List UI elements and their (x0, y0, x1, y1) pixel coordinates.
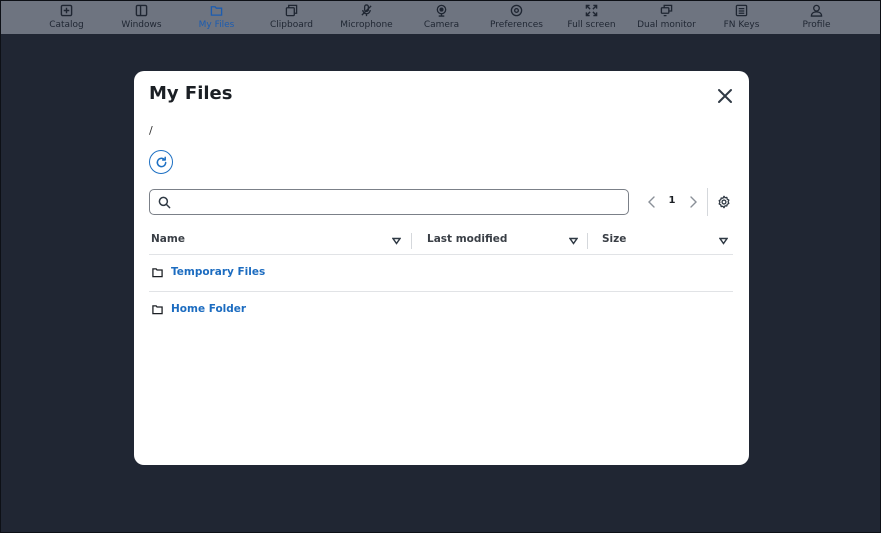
current-path: / (149, 124, 153, 137)
plus-square-icon (60, 4, 73, 17)
toolbar-profile-button[interactable]: Profile (779, 1, 854, 34)
folder-icon (210, 6, 223, 16)
dual-monitor-icon (660, 4, 673, 17)
toolbar-camera-button[interactable]: Camera (404, 1, 479, 34)
toolbar-catalog-button[interactable]: Catalog (29, 1, 104, 34)
toolbar-clipboard-label: Clipboard (270, 20, 313, 30)
toolbar-windows-button[interactable]: Windows (104, 1, 179, 34)
toolbar-my-files-label: My Files (198, 20, 235, 30)
refresh-button[interactable] (149, 150, 173, 174)
file-table-header: Name Last modified Size (149, 229, 733, 255)
toolbar-preferences-label: Preferences (490, 20, 543, 30)
column-header-size[interactable]: Size (602, 233, 626, 245)
toolbar-clipboard-button[interactable]: Clipboard (254, 1, 329, 34)
fullscreen-icon (585, 4, 598, 17)
window-icon (135, 4, 148, 17)
search-icon (158, 196, 171, 209)
close-icon[interactable] (716, 87, 734, 105)
toolbar-microphone-button[interactable]: Microphone (329, 1, 404, 34)
toolbar-preferences-button[interactable]: Preferences (479, 1, 554, 34)
toolbar-camera-label: Camera (423, 20, 460, 30)
column-header-last-modified[interactable]: Last modified (427, 233, 507, 245)
toolbar-fullscreen-label: Full screen (567, 20, 616, 30)
sort-size-icon[interactable] (719, 237, 728, 245)
pager-divider (707, 188, 708, 216)
folder-link-home-folder[interactable]: Home Folder (171, 303, 246, 315)
column-divider (411, 233, 412, 249)
toolbar-fn-keys-label: FN Keys (723, 20, 760, 30)
settings-gear-icon[interactable] (717, 195, 731, 209)
camera-icon (436, 4, 447, 17)
keyboard-icon (735, 4, 748, 17)
folder-icon (152, 268, 163, 278)
top-toolbar: Catalog Windows My Files Clipboard Micro… (1, 1, 880, 34)
my-files-dialog: My Files / 1 Name Last modified Size Tem… (134, 71, 749, 465)
toolbar-my-files-button[interactable]: My Files (179, 1, 254, 34)
folder-link-temporary-files[interactable]: Temporary Files (171, 266, 265, 278)
gear-icon (510, 4, 523, 17)
table-row[interactable]: Temporary Files (149, 255, 733, 292)
clipboard-icon (285, 4, 298, 17)
table-row[interactable]: Home Folder (149, 292, 733, 329)
toolbar-windows-label: Windows (121, 20, 162, 30)
column-header-name[interactable]: Name (151, 233, 185, 245)
toolbar-dual-monitor-label: Dual monitor (637, 20, 696, 30)
chevron-right-icon[interactable] (687, 195, 699, 209)
folder-icon (152, 305, 163, 315)
current-page-number: 1 (668, 195, 676, 206)
toolbar-fullscreen-button[interactable]: Full screen (554, 1, 629, 34)
sort-last-modified-icon[interactable] (569, 237, 578, 245)
user-icon (810, 4, 823, 17)
toolbar-profile-label: Profile (802, 20, 831, 30)
refresh-icon (156, 156, 166, 167)
toolbar-microphone-label: Microphone (340, 20, 393, 30)
toolbar-catalog-label: Catalog (49, 20, 84, 30)
microphone-icon (361, 4, 372, 17)
sort-name-icon[interactable] (392, 237, 401, 245)
column-divider (587, 233, 588, 249)
dialog-title: My Files (149, 83, 233, 104)
toolbar-fn-keys-button[interactable]: FN Keys (704, 1, 779, 34)
search-input[interactable] (178, 193, 618, 211)
chevron-left-icon[interactable] (646, 195, 658, 209)
toolbar-dual-monitor-button[interactable]: Dual monitor (629, 1, 704, 34)
search-field[interactable] (149, 189, 629, 215)
